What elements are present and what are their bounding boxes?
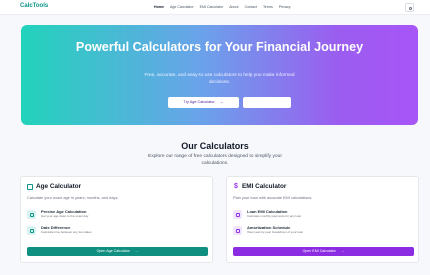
hero-subtitle: Free, accurate, and easy-to-use calculat… (144, 73, 295, 85)
feature-description: Get your age down to the exact day (41, 214, 89, 218)
main-nav: Home Age Calculator EMI Calculator About… (154, 5, 291, 9)
feature-description: Calculate monthly payments for any loan (247, 214, 302, 218)
card-description: Plan your loan with accurate EMI calcula… (233, 195, 313, 200)
age-calculator-card: Age Calculator Calculate your exact age … (20, 176, 213, 263)
nav-age-calculator[interactable]: Age Calculator (170, 5, 194, 9)
open-age-calculator-button[interactable]: Open Age Calculator → (27, 247, 208, 256)
card-description: Calculate your exact age in years, month… (27, 195, 119, 200)
top-navbar: CalcTools Home Age Calculator EMI Calcul… (0, 0, 430, 15)
card-icon (233, 210, 242, 219)
hero-title: Powerful Calculators for Your Financial … (75, 40, 364, 54)
user-icon (27, 210, 36, 219)
try-age-calculator-label: Try Age Calculator (183, 100, 215, 104)
theme-toggle-button[interactable] (405, 3, 414, 12)
brand-logo[interactable]: CalcTools (20, 3, 48, 9)
feature-item: Loan EMI Calculation Calculate monthly p… (233, 209, 413, 221)
nav-contact[interactable]: Contact (245, 5, 257, 9)
section-title: Our Calculators (181, 141, 249, 151)
sun-icon (409, 7, 412, 10)
nav-privacy[interactable]: Privacy (279, 5, 291, 9)
page: CalcTools Home Age Calculator EMI Calcul… (0, 0, 430, 275)
dollar-icon: $ (234, 183, 238, 190)
emi-calculator-card: $ EMI Calculator Plan your loan with acc… (226, 176, 419, 263)
chart-icon (233, 226, 242, 235)
feature-item: Date Difference Calculate time between a… (27, 225, 207, 237)
open-emi-calculator-button[interactable]: Open EMI Calculator → (233, 247, 414, 256)
button-label: Open Age Calculator (96, 249, 130, 253)
nav-emi-calculator[interactable]: EMI Calculator (200, 5, 224, 9)
nav-terms[interactable]: Terms (263, 5, 273, 9)
secondary-hero-button[interactable] (243, 97, 291, 108)
arrow-right-icon: → (340, 249, 345, 253)
feature-item: Amortization Schedule View year-by-year … (233, 225, 413, 237)
feature-item: Precise Age Calculation Get your age dow… (27, 209, 207, 221)
section-subtitle: Explore our range of free calculators de… (147, 154, 283, 166)
arrow-right-icon: → (219, 100, 224, 104)
calendar-icon (27, 226, 36, 235)
feature-description: Calculate time between any two dates (41, 230, 92, 234)
hero-banner: Powerful Calculators for Your Financial … (21, 25, 418, 125)
nav-about[interactable]: About (229, 5, 238, 9)
nav-home[interactable]: Home (154, 5, 164, 9)
card-title: EMI Calculator (242, 183, 287, 190)
calendar-icon (27, 184, 33, 190)
arrow-right-icon: → (134, 249, 139, 253)
try-age-calculator-button[interactable]: Try Age Calculator → (168, 97, 239, 108)
button-label: Open EMI Calculator (302, 249, 336, 253)
feature-description: View year-by-year breakdown of your loan (247, 230, 304, 234)
card-title: Age Calculator (36, 183, 82, 190)
